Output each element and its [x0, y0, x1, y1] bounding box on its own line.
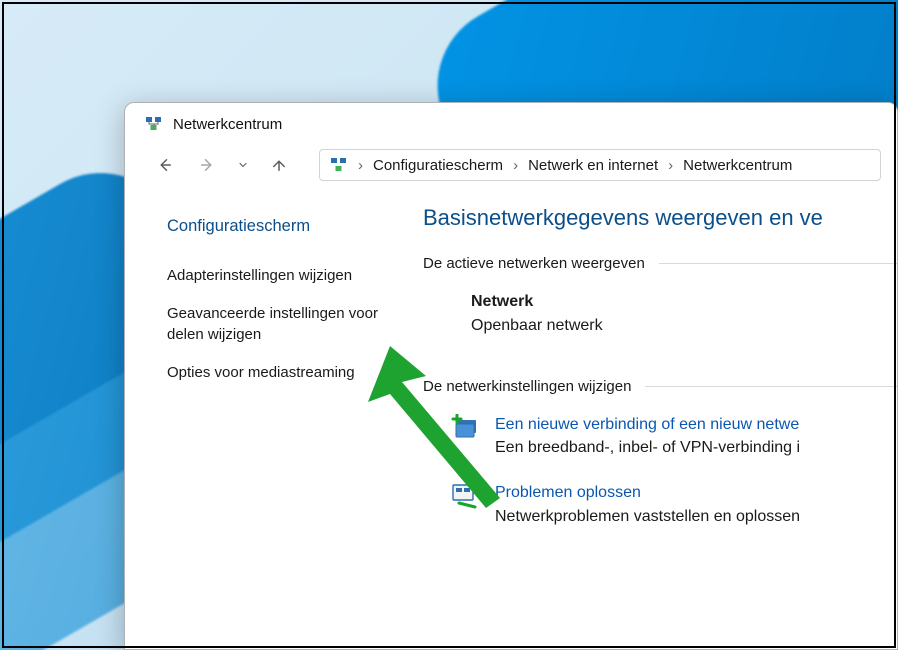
section-title: De netwerkinstellingen wijzigen	[423, 378, 631, 395]
section-title: De actieve netwerken weergeven	[423, 255, 645, 272]
settings-item-new-connection: Een nieuwe verbinding of een nieuw netwe…	[449, 413, 897, 459]
new-connection-link[interactable]: Een nieuwe verbinding of een nieuw netwe	[495, 413, 800, 436]
chevron-right-icon: ›	[358, 157, 363, 174]
page-heading: Basisnetwerkgegevens weergeven en ve	[423, 205, 897, 231]
window-body: Configuratiescherm Adapterinstellingen w…	[125, 191, 897, 649]
back-button[interactable]	[149, 149, 181, 181]
troubleshoot-link[interactable]: Problemen oplossen	[495, 481, 800, 504]
breadcrumb-item[interactable]: Netwerk en internet	[528, 157, 658, 174]
main-content: Basisnetwerkgegevens weergeven en ve De …	[405, 191, 897, 649]
network-center-icon	[145, 115, 163, 133]
troubleshoot-desc: Netwerkproblemen vaststellen en oplossen	[495, 505, 800, 528]
network-block: Netwerk Openbaar netwerk	[471, 290, 897, 338]
breadcrumb-item[interactable]: Netwerkcentrum	[683, 157, 792, 174]
sidebar: Configuratiescherm Adapterinstellingen w…	[125, 191, 405, 649]
troubleshoot-icon	[449, 481, 483, 511]
new-connection-icon	[449, 413, 483, 443]
new-connection-desc: Een breedband-, inbel- of VPN-verbinding…	[495, 436, 800, 459]
window-title: Netwerkcentrum	[173, 116, 282, 133]
sidebar-link-media-streaming[interactable]: Opties voor mediastreaming	[167, 363, 387, 383]
network-name: Netwerk	[471, 290, 897, 314]
network-type: Openbaar netwerk	[471, 314, 897, 338]
nav-toolbar: › Configuratiescherm › Netwerk en intern…	[125, 145, 897, 191]
divider	[645, 386, 897, 387]
chevron-right-icon: ›	[513, 157, 518, 174]
up-button[interactable]	[263, 149, 295, 181]
chevron-right-icon: ›	[668, 157, 673, 174]
breadcrumb-item[interactable]: Configuratiescherm	[373, 157, 503, 174]
section-active-networks-header: De actieve netwerken weergeven	[423, 255, 897, 272]
network-center-icon	[330, 156, 348, 174]
section-change-settings-header: De netwerkinstellingen wijzigen	[423, 378, 897, 395]
sidebar-link-adapter-settings[interactable]: Adapterinstellingen wijzigen	[167, 266, 387, 286]
address-breadcrumb[interactable]: › Configuratiescherm › Netwerk en intern…	[319, 149, 881, 181]
sidebar-link-advanced-sharing[interactable]: Geavanceerde instellingen voor delen wij…	[167, 304, 387, 345]
settings-item-troubleshoot: Problemen oplossen Netwerkproblemen vast…	[449, 481, 897, 527]
history-dropdown[interactable]	[233, 149, 253, 181]
titlebar: Netwerkcentrum	[125, 103, 897, 145]
forward-button[interactable]	[191, 149, 223, 181]
control-panel-home-link[interactable]: Configuratiescherm	[167, 217, 387, 236]
divider	[659, 263, 897, 264]
control-panel-window: Netwerkcentrum › Configuratiescherm › Ne…	[124, 102, 898, 650]
